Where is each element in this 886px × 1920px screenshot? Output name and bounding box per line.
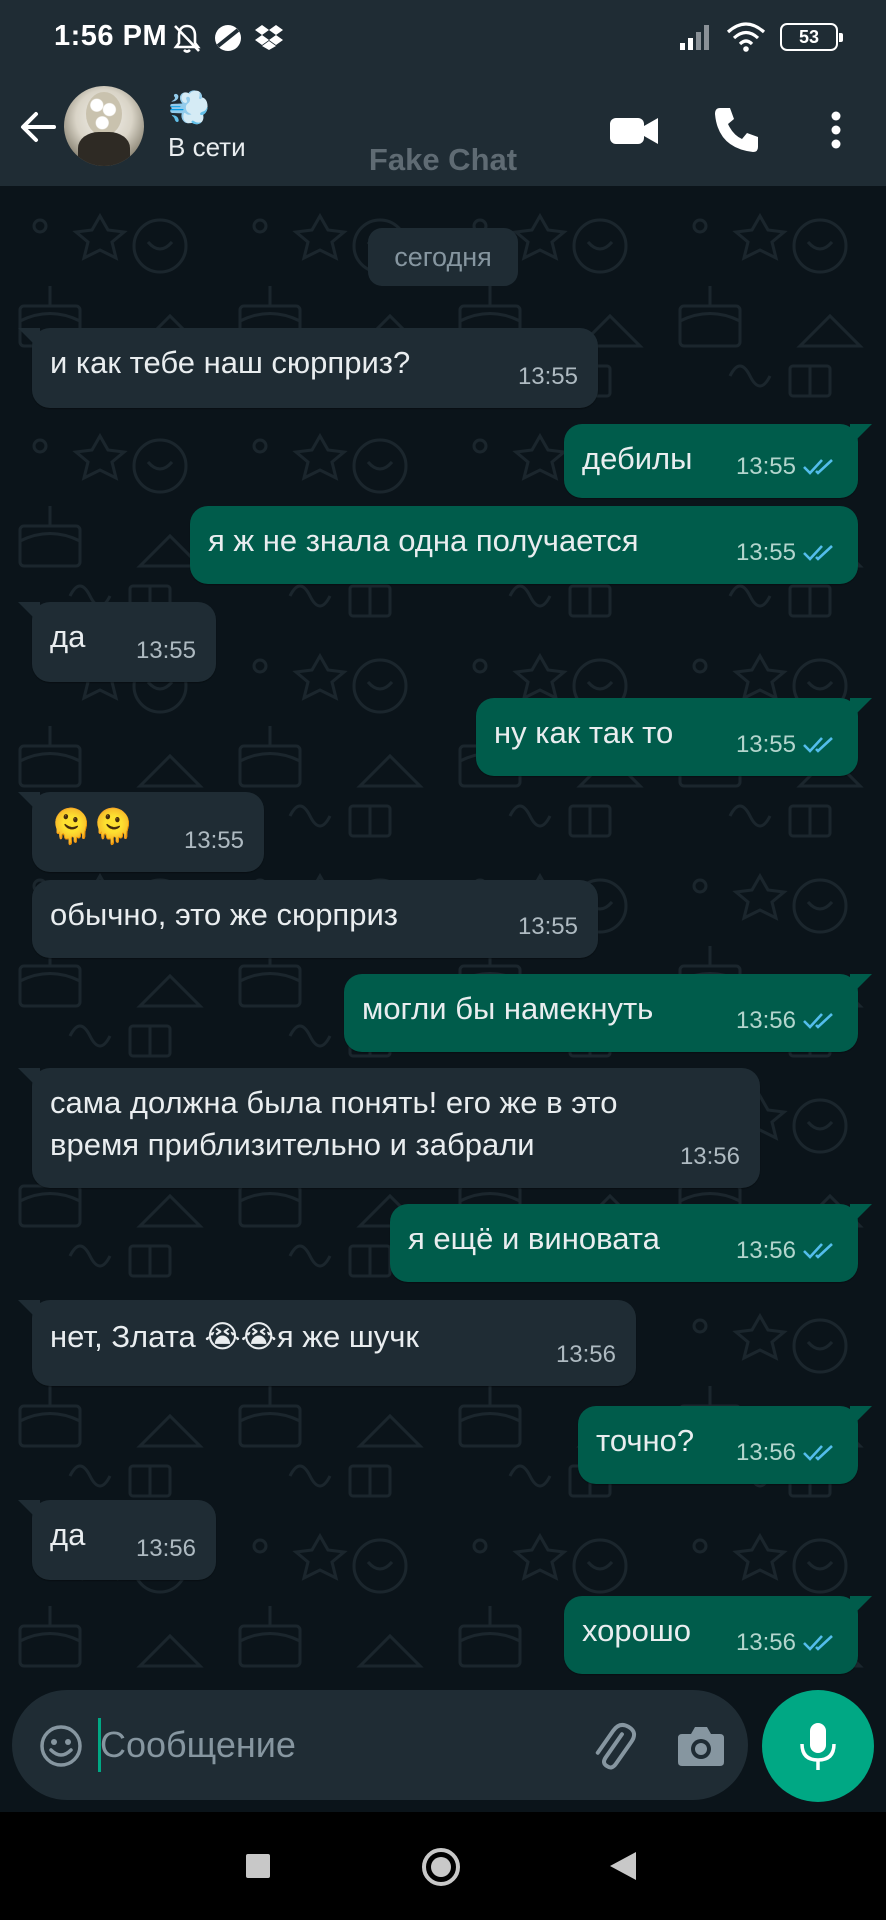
back-nav-icon[interactable]	[608, 1850, 638, 1882]
status-right-icons: 53	[678, 22, 843, 52]
read-receipt-icon	[803, 1445, 833, 1461]
message-time: 13:56	[735, 1439, 796, 1466]
message-time: 13:55	[735, 539, 796, 566]
read-receipt-icon	[803, 459, 833, 475]
message-outgoing[interactable]: ну как так то 13:55	[476, 698, 872, 776]
message-text: точно?	[596, 1423, 695, 1458]
message-time: 13:55	[517, 913, 578, 940]
message-text: нет, Злата 😭😭я же шучк	[50, 1319, 419, 1354]
message-text: да	[50, 619, 86, 654]
message-time: 13:55	[135, 637, 196, 664]
message-text: хорошо	[582, 1613, 691, 1648]
message-meta: 13:56	[736, 1230, 838, 1272]
do-not-disturb-icon	[173, 24, 201, 53]
message-composer[interactable]: Сообщение	[12, 1690, 748, 1800]
chat-header: 💨 В сети	[0, 80, 886, 186]
message-time: 13:55	[183, 827, 244, 854]
chat-area[interactable]: сегодня и как тебе наш сюрприз? 13:55 де…	[0, 186, 886, 1680]
phone-call-icon[interactable]	[708, 102, 764, 158]
camera-icon[interactable]	[676, 1722, 726, 1768]
message-text: могли бы намекнуть	[362, 991, 654, 1026]
message-incoming[interactable]: и как тебе наш сюрприз? 13:55	[18, 328, 598, 408]
avatar[interactable]	[64, 86, 144, 166]
message-time: 13:56	[135, 1535, 196, 1562]
message-outgoing[interactable]: я ещё и виновата 13:56	[390, 1204, 872, 1282]
read-receipt-icon	[803, 1635, 833, 1651]
message-text: ну как так то	[494, 715, 674, 750]
message-meta: 13:55	[736, 446, 838, 488]
video-call-icon[interactable]	[606, 102, 662, 158]
mic-icon	[800, 1723, 836, 1770]
mic-button[interactable]	[762, 1690, 874, 1802]
message-time: 13:56	[679, 1143, 740, 1170]
message-outgoing[interactable]: дебилы 13:55	[564, 424, 872, 498]
more-vert-icon[interactable]	[808, 102, 864, 158]
message-outgoing[interactable]: могли бы намекнуть 13:56	[344, 974, 872, 1052]
system-nav-bar	[0, 1812, 886, 1920]
message-text: и как тебе наш сюрприз?	[50, 345, 411, 380]
message-meta: 13:56	[736, 1000, 838, 1042]
status-time: 1:56 PM	[54, 20, 168, 52]
message-time: 13:56	[735, 1629, 796, 1656]
back-arrow-icon[interactable]	[16, 104, 62, 150]
read-receipt-icon	[803, 1013, 833, 1029]
message-text: я ещё и виновата	[408, 1221, 660, 1256]
message-meta: 13:56	[736, 1432, 838, 1474]
status-bar: 1:56 PM 53	[0, 0, 886, 80]
message-text: 🫠🫠	[50, 808, 135, 846]
message-incoming[interactable]: сама должна была понять! его же в это вр…	[18, 1068, 760, 1188]
message-incoming[interactable]: да 13:55	[18, 602, 216, 682]
avatar-figure	[78, 132, 130, 166]
date-chip: сегодня	[368, 228, 518, 286]
dropbox-icon	[255, 25, 283, 50]
message-meta: 13:55	[736, 532, 838, 574]
contact-name[interactable]: 💨	[168, 88, 210, 128]
message-time: 13:55	[735, 731, 796, 758]
home-icon[interactable]	[420, 1846, 462, 1888]
message-text: обычно, это же сюрприз	[50, 897, 398, 932]
status-left-icons	[172, 22, 284, 54]
contact-status: В сети	[168, 132, 246, 162]
message-text: дебилы	[582, 441, 693, 476]
message-text: да	[50, 1517, 86, 1552]
recents-icon[interactable]	[244, 1852, 272, 1880]
message-meta: 13:55	[736, 724, 838, 766]
message-incoming[interactable]: 🫠🫠 13:55	[18, 792, 264, 872]
message-outgoing[interactable]: я ж не знала одна получается 13:55	[190, 506, 858, 584]
attach-icon[interactable]	[586, 1720, 640, 1774]
message-time: 13:55	[517, 363, 578, 390]
wifi-icon	[726, 22, 766, 52]
message-incoming[interactable]: обычно, это же сюрприз 13:55	[32, 880, 598, 958]
message-time: 13:56	[735, 1237, 796, 1264]
message-time: 13:56	[735, 1007, 796, 1034]
signal-icon	[680, 25, 709, 50]
message-time: 13:55	[735, 453, 796, 480]
message-meta: 13:56	[736, 1622, 838, 1664]
message-text: сама должна была понять! его же в это вр…	[50, 1085, 618, 1162]
message-outgoing[interactable]: хорошо 13:56	[564, 1596, 872, 1674]
message-text: я ж не знала одна получается	[208, 523, 639, 558]
message-incoming[interactable]: нет, Злата 😭😭я же шучк 13:56	[18, 1300, 636, 1386]
data-saver-icon	[215, 25, 241, 51]
avatar-flowers	[86, 92, 122, 136]
read-receipt-icon	[803, 1243, 833, 1259]
message-input[interactable]: Сообщение	[100, 1724, 296, 1766]
message-incoming[interactable]: да 13:56	[18, 1500, 216, 1580]
emoji-icon[interactable]	[38, 1723, 84, 1769]
read-receipt-icon	[803, 545, 833, 561]
battery-icon: 53	[780, 23, 843, 51]
message-time: 13:56	[555, 1341, 616, 1368]
read-receipt-icon	[803, 737, 833, 753]
message-outgoing[interactable]: точно? 13:56	[578, 1406, 872, 1484]
